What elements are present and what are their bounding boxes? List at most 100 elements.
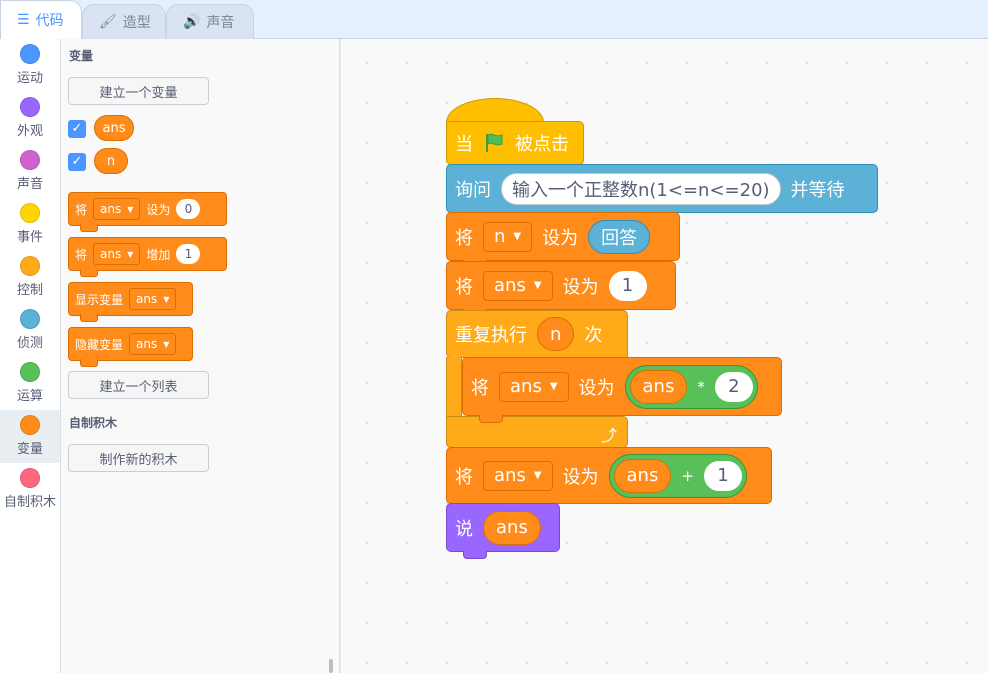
loop-arrow-icon: ⤴ (600, 426, 617, 445)
change-variable-block[interactable]: 将 ans ▼ 增加 1 (68, 237, 227, 277)
variable-dropdown[interactable]: ans ▼ (129, 288, 177, 310)
plus-symbol: + (681, 466, 694, 485)
block-op: 增加 (146, 247, 171, 262)
dropdown-caret-icon: ▼ (549, 381, 558, 392)
value-input[interactable]: 0 (176, 199, 201, 219)
dropdown-caret-icon: ▼ (127, 204, 134, 214)
variable-dropdown[interactable]: ans ▼ (93, 243, 141, 265)
tab-code-label: 代码 (35, 13, 64, 29)
category-sensing[interactable]: 侦测 (0, 304, 60, 357)
block-op: 设为 (562, 276, 599, 298)
block-label: 显示变量 (75, 292, 124, 307)
palette-scrollbar[interactable] (329, 659, 333, 673)
repeat-block[interactable]: 重复执行 n 次 (446, 310, 628, 358)
variables-category-icon (20, 415, 40, 435)
category-my-blocks[interactable]: 自制积木 (0, 463, 60, 516)
category-menu: 运动 外观 声音 事件 控制 侦测 运算 变量 自制积木 (0, 39, 61, 673)
hat-after-label: 被点击 (515, 134, 569, 155)
hat-before-label: 当 (455, 134, 473, 155)
variable-dropdown[interactable]: n ▼ (483, 221, 533, 252)
n-reporter[interactable]: n (94, 148, 128, 174)
make-list-button[interactable]: 建立一个列表 (68, 371, 209, 399)
block-word: 将 (471, 377, 489, 399)
show-n-checkbox[interactable]: ✓ (68, 153, 86, 171)
block-label: 隐藏变量 (75, 337, 124, 352)
category-variables[interactable]: 变量 (0, 410, 60, 463)
block-op: 设为 (562, 466, 599, 488)
when-flag-clicked-block[interactable]: 当 被点击 (446, 121, 584, 172)
control-category-icon (20, 256, 40, 276)
my-blocks-section-title: 自制积木 (69, 416, 118, 430)
make-block-button[interactable]: 制作新的积木 (68, 444, 209, 472)
events-category-icon (20, 203, 40, 223)
variable-dropdown[interactable]: ans ▼ (93, 198, 141, 220)
green-flag-icon (486, 133, 503, 152)
dropdown-caret-icon: ▼ (163, 294, 170, 304)
repeat-foot: ⤴ (446, 416, 628, 455)
ask-label: 询问 (455, 179, 491, 201)
set-ans-multiply-block[interactable]: 将 ans ▼ 设为 ans * 2 (462, 357, 782, 423)
tab-sounds[interactable]: 🔊 声音 (166, 4, 254, 39)
looks-category-icon (20, 97, 40, 117)
ans-reporter[interactable]: ans (483, 510, 541, 545)
ans-reporter[interactable]: ans (613, 458, 672, 493)
ans-reporter[interactable]: ans (629, 369, 688, 404)
category-label: 运算 (16, 389, 43, 404)
hide-variable-block[interactable]: 隐藏变量 ans ▼ (68, 327, 193, 367)
set-variable-block[interactable]: 将 ans ▼ 设为 0 (68, 192, 227, 232)
block-notch (463, 551, 487, 559)
right-operand-input[interactable]: 2 (714, 371, 753, 402)
code-icon: ☰ (17, 12, 30, 28)
question-input[interactable]: 输入一个正整数n(1<=n<=20) (501, 172, 781, 205)
ans-reporter[interactable]: ans (94, 115, 134, 141)
category-events[interactable]: 事件 (0, 198, 60, 251)
ask-suffix: 并等待 (790, 179, 845, 201)
tab-costumes-label: 造型 (122, 15, 151, 31)
show-variable-block[interactable]: 显示变量 ans ▼ (68, 282, 193, 322)
make-variable-button[interactable]: 建立一个变量 (68, 77, 209, 105)
show-ans-checkbox[interactable]: ✓ (68, 120, 86, 138)
variable-dropdown-label: ans (494, 275, 526, 296)
set-n-to-answer-block[interactable]: 将 n ▼ 设为 回答 (446, 212, 680, 268)
block-palette: 变量 建立一个变量 ✓ ans ✓ n 将 ans ▼ 设为 0 将 ans ▼ 增… (61, 39, 340, 673)
block-word: 将 (455, 276, 473, 298)
block-word: 将 (455, 227, 473, 249)
variable-dropdown[interactable]: ans ▼ (483, 460, 553, 491)
multiply-symbol: * (697, 377, 705, 396)
speaker-icon: 🔊 (183, 14, 201, 30)
category-motion[interactable]: 运动 (0, 39, 60, 92)
tab-code[interactable]: ☰ 代码 (0, 0, 82, 39)
set-ans-plus-block[interactable]: 将 ans ▼ 设为 ans + 1 (446, 447, 772, 511)
category-operators[interactable]: 运算 (0, 357, 60, 410)
sound-category-icon (20, 150, 40, 170)
block-op: 设为 (146, 202, 171, 217)
multiply-operator[interactable]: ans * 2 (624, 364, 758, 409)
motion-category-icon (20, 44, 40, 64)
category-label: 外观 (16, 124, 43, 139)
say-block[interactable]: 说 ans (446, 503, 560, 559)
tab-costumes[interactable]: 🖌 造型 (82, 4, 166, 39)
dropdown-caret-icon: ▼ (163, 339, 170, 349)
script-workspace[interactable]: 当 被点击 询问 输入一个正整数n(1<=n<=20) 并等待 将 n ▼ 设为 … (341, 39, 988, 673)
set-ans-to-1-block[interactable]: 将 ans ▼ 设为 1 (446, 261, 676, 317)
category-sound[interactable]: 声音 (0, 145, 60, 198)
times-reporter[interactable]: n (537, 317, 575, 351)
answer-reporter[interactable]: 回答 (588, 219, 651, 254)
repeat-label: 重复执行 (455, 325, 527, 346)
category-control[interactable]: 控制 (0, 251, 60, 304)
variable-dropdown-label: ans (100, 247, 122, 261)
category-label: 运动 (16, 71, 43, 86)
value-input[interactable]: 1 (176, 244, 201, 264)
value-input[interactable]: 1 (608, 270, 647, 301)
add-operator[interactable]: ans + 1 (608, 453, 747, 498)
repeat-suffix: 次 (584, 325, 603, 346)
category-label: 侦测 (16, 336, 43, 351)
category-looks[interactable]: 外观 (0, 92, 60, 145)
variable-dropdown[interactable]: ans ▼ (129, 333, 177, 355)
right-operand-input[interactable]: 1 (703, 460, 742, 491)
variable-dropdown[interactable]: ans ▼ (483, 270, 553, 301)
block-op: 设为 (578, 377, 615, 399)
variable-dropdown[interactable]: ans ▼ (499, 371, 569, 402)
dropdown-caret-icon: ▼ (513, 231, 522, 242)
ask-and-wait-block[interactable]: 询问 输入一个正整数n(1<=n<=20) 并等待 (446, 164, 878, 220)
